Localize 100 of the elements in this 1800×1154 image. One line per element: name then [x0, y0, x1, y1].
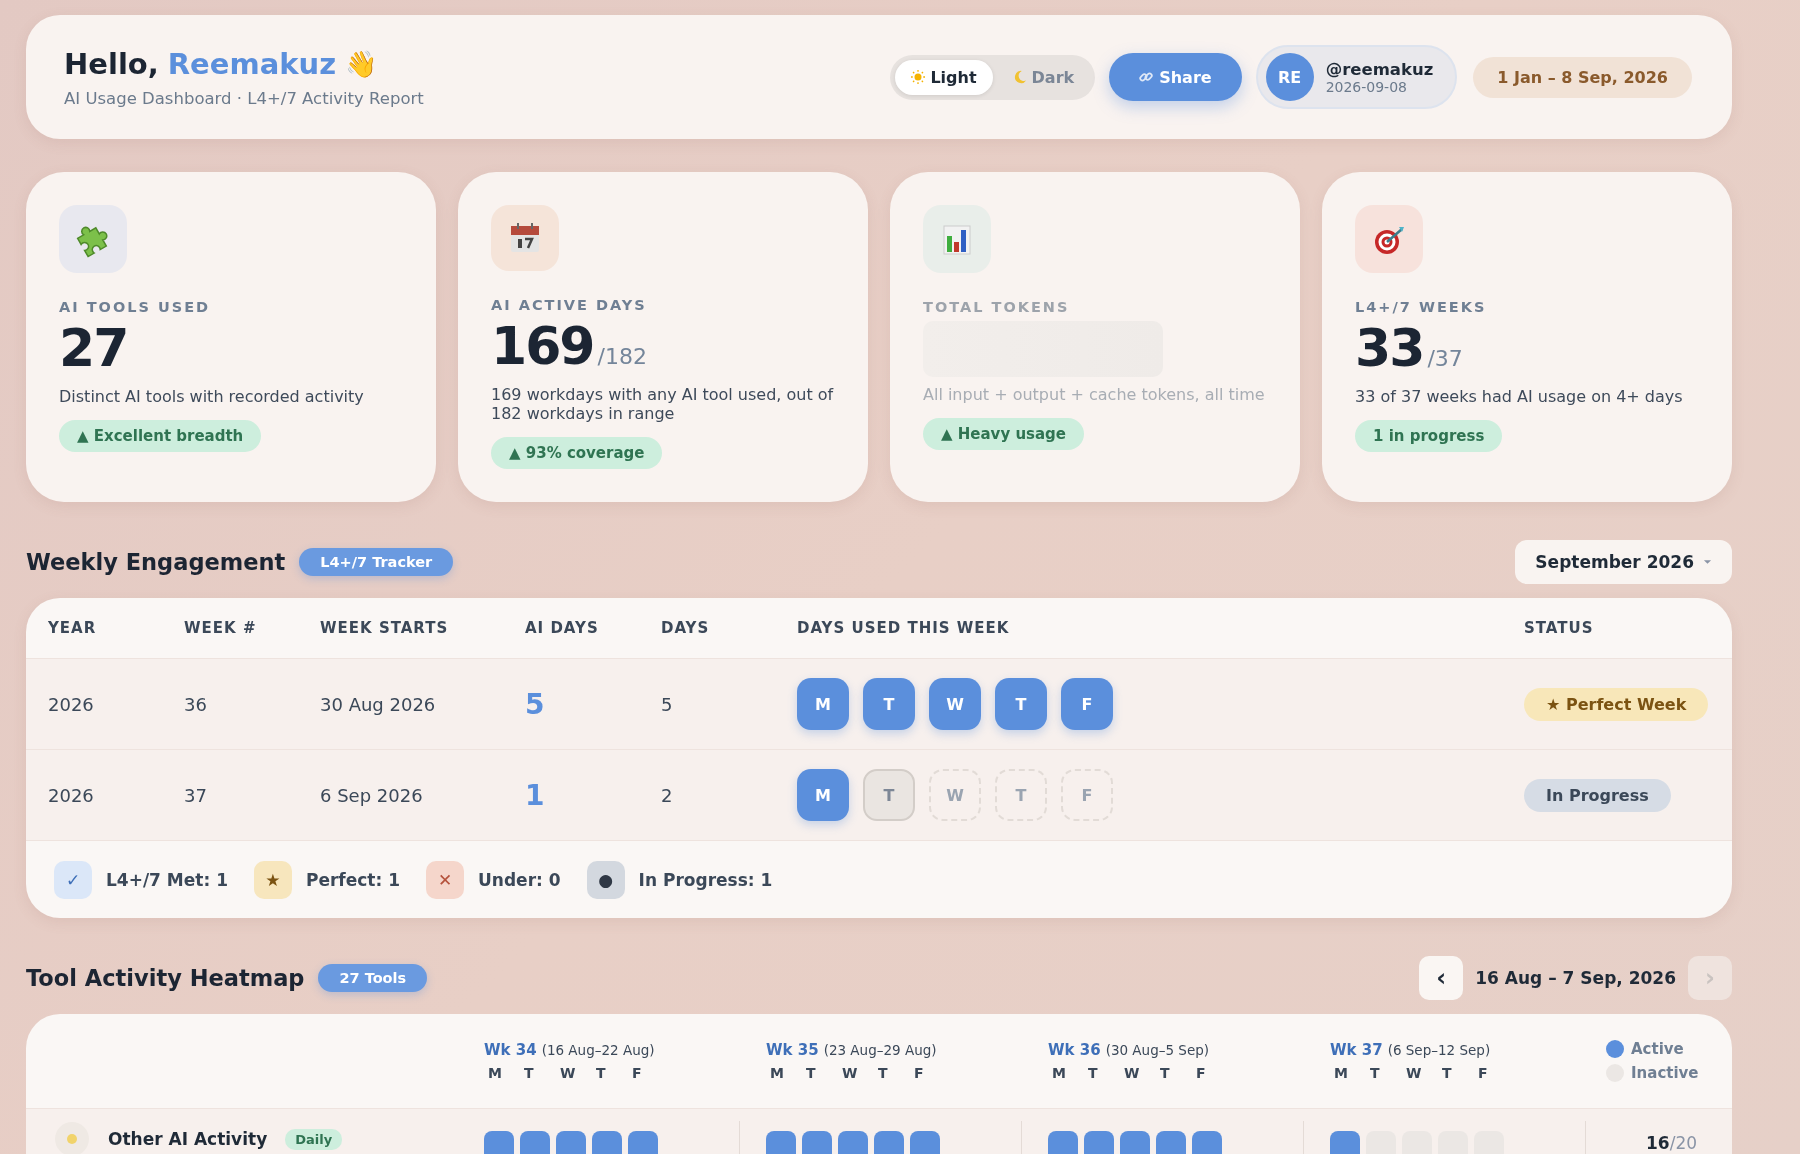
day-letter: T [595, 1065, 607, 1081]
subtitle: AI Usage Dashboard · L4+/7 Activity Report [64, 88, 424, 108]
stat-label: L4+/7 WEEKS [1355, 299, 1487, 315]
day-letter: F [631, 1065, 643, 1081]
day-letter: M [487, 1065, 503, 1081]
sun-icon [911, 70, 926, 84]
user-handle: @reemakuz [1325, 59, 1434, 79]
user-date: 2026-09-08 [1325, 78, 1408, 95]
day-chip: T [995, 678, 1047, 730]
trend-badge: ▲ Heavy usage [923, 418, 1085, 450]
month-select[interactable]: September 2026 [1515, 540, 1732, 584]
status-badge: In Progress [1524, 778, 1671, 812]
legend-label: Perfect: 1 [306, 869, 401, 890]
day-chip: M [797, 769, 849, 821]
table-cell-text: 5 [661, 693, 674, 715]
stat-description: All input + output + cache tokens, all time [923, 385, 1265, 404]
day-letter: W [1405, 1065, 1423, 1081]
week-label: Wk 37 [1330, 1041, 1383, 1059]
week-range: (6 Sep–12 Sep) [1387, 1042, 1491, 1058]
day-chip: T [995, 769, 1047, 821]
day-chip: W [929, 769, 981, 821]
stat-label: TOTAL TOKENS [923, 299, 1070, 315]
table-cell-text: 37 [184, 784, 208, 806]
moon-icon [1012, 70, 1027, 84]
day-chip: T [863, 678, 915, 730]
greeting-text: Hello, [64, 46, 159, 81]
week-label: Wk 35 [766, 1041, 819, 1059]
column-header: YEAR [48, 619, 98, 637]
legend-icon: ★ [254, 860, 292, 899]
column-header: AI DAYS [525, 619, 600, 637]
column-header: WEEK STARTS [320, 619, 450, 637]
day-letter: M [1333, 1065, 1349, 1081]
week-range: (16 Aug–22 Aug) [541, 1042, 655, 1058]
wave-emoji: 👋 [345, 48, 378, 79]
stat-total: /182 [597, 344, 647, 369]
column-header: WEEK # [184, 619, 258, 637]
user-name: Reemakuz [167, 46, 337, 81]
legend-label: L4+/7 Met: 1 [106, 869, 228, 890]
tool-name: Other AI Activity [108, 1129, 268, 1149]
theme-option[interactable]: Light [895, 59, 993, 95]
ai-days-value: 5 [525, 687, 546, 721]
table-cell-text: 2 [661, 784, 674, 806]
day-chip: M [797, 678, 849, 730]
column-header: STATUS [1524, 619, 1595, 637]
tracker-badge: L4+/7 Tracker [299, 548, 454, 576]
week-range: (30 Aug–5 Sep) [1105, 1042, 1210, 1058]
legend-icon: ● [586, 860, 625, 899]
section-title: Weekly Engagement [26, 549, 286, 575]
legend-icon: ✓ [54, 860, 92, 899]
ai-days-value: 1 [525, 778, 546, 812]
stat-value: 27 [59, 317, 128, 379]
tools-count-badge: 27 Tools [318, 964, 428, 992]
column-header: DAYS [661, 619, 711, 637]
day-letter: M [769, 1065, 785, 1081]
day-letter: T [1369, 1065, 1381, 1081]
total-count: /20 [1669, 1133, 1698, 1153]
stat-label: AI ACTIVE DAYS [491, 297, 647, 313]
stat-label: AI TOOLS USED [59, 299, 211, 315]
day-letter: T [805, 1065, 817, 1081]
day-letter: T [877, 1065, 889, 1081]
week-label: Wk 34 [484, 1041, 537, 1059]
caret-icon [1703, 559, 1712, 565]
legend-label: In Progress: 1 [638, 869, 773, 890]
table-cell-text: 6 Sep 2026 [320, 784, 424, 806]
stat-value: 33 [1355, 317, 1424, 379]
legend-label: Inactive [1631, 1064, 1699, 1082]
stat-description: 33 of 37 weeks had AI usage on 4+ days [1355, 387, 1683, 406]
day-chip: T [863, 769, 915, 821]
frequency-badge: Daily [285, 1128, 343, 1150]
legend-icon: ✕ [426, 860, 465, 899]
table-cell-text: 30 Aug 2026 [320, 693, 437, 715]
section-title: Tool Activity Heatmap [26, 965, 305, 991]
table-cell-text: 2026 [48, 693, 95, 715]
day-chip: F [1061, 678, 1113, 730]
day-letter: W [559, 1065, 577, 1081]
date-range: 16 Aug – 7 Sep, 2026 [1475, 968, 1676, 988]
trend-badge: ▲ 93% coverage [491, 437, 663, 469]
stat-value: 169 [491, 315, 594, 377]
week-label: Wk 36 [1048, 1041, 1101, 1059]
day-letter: F [1195, 1065, 1207, 1081]
user-chip[interactable]: RE @reemakuz 2026-09-08 [1255, 45, 1458, 109]
day-chip: F [1061, 769, 1113, 821]
week-range: (23 Aug–29 Aug) [823, 1042, 937, 1058]
day-chip: W [929, 678, 981, 730]
day-letter: F [913, 1065, 925, 1081]
legend-label: Active [1631, 1040, 1684, 1058]
status-badge: ★ Perfect Week [1524, 687, 1709, 721]
previous-button[interactable]: ‹ [1419, 956, 1464, 1000]
day-letter: F [1477, 1065, 1489, 1081]
day-letter: W [841, 1065, 859, 1081]
stat-total: /37 [1427, 346, 1463, 371]
table-cell-text: 36 [184, 693, 208, 715]
day-letter: T [1087, 1065, 1099, 1081]
day-letter: T [1441, 1065, 1453, 1081]
active-count: 16 [1646, 1133, 1670, 1153]
avatar: RE [1265, 53, 1314, 101]
legend-label: Under: 0 [478, 869, 561, 890]
day-letter: T [523, 1065, 535, 1081]
date-range-badge: 1 Jan – 8 Sep, 2026 [1473, 56, 1692, 98]
day-letter: M [1051, 1065, 1067, 1081]
